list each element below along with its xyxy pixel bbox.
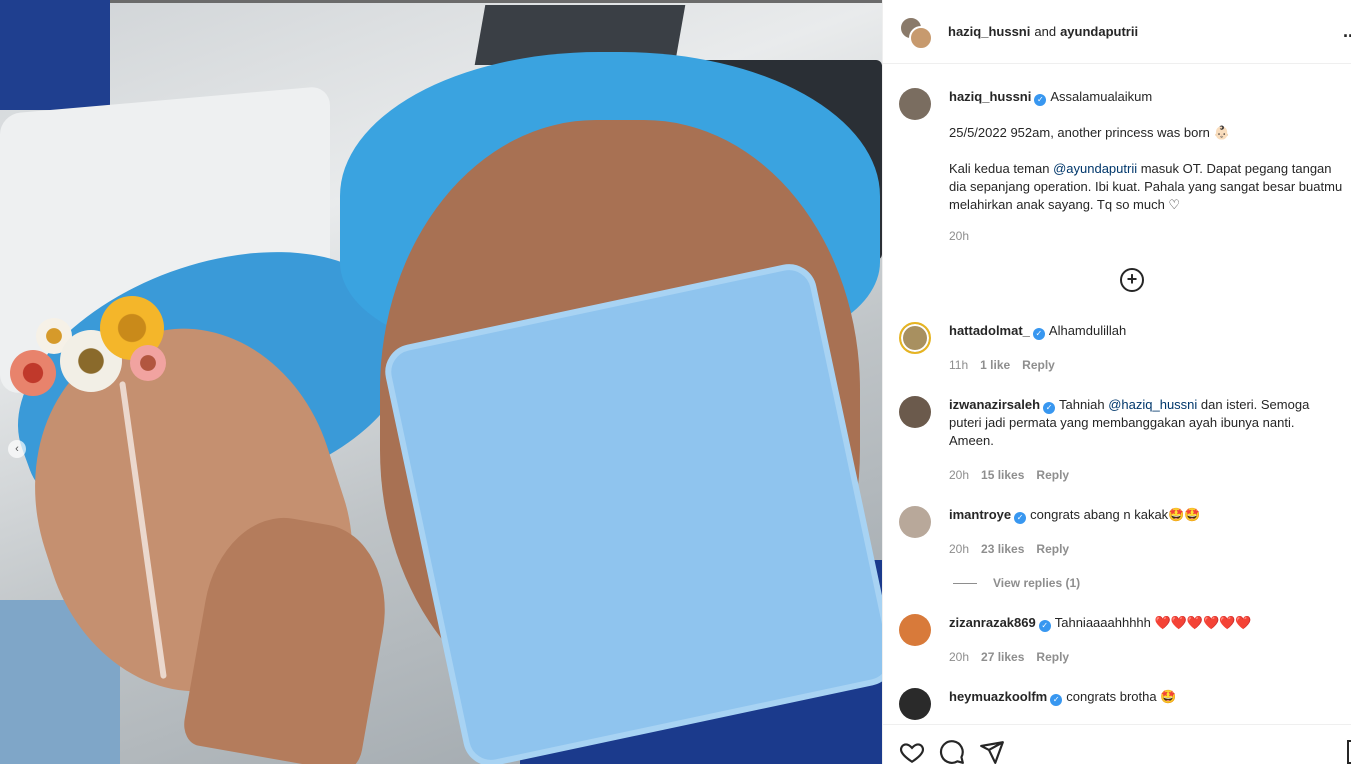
comment-meta: 20h 27 likes Reply	[949, 650, 1081, 664]
comment: heymuazkoolfm ✓ congrats brotha 🤩	[949, 688, 1349, 706]
comment-username[interactable]: hattadolmat_	[949, 323, 1030, 338]
caption-line: Kali kedua teman @ayundaputrii masuk OT.…	[949, 160, 1351, 178]
verified-badge-icon: ✓	[1034, 94, 1047, 106]
caption-text: masuk OT. Dapat pegang tangan	[1137, 161, 1332, 176]
avatar[interactable]	[899, 396, 931, 428]
more-options-icon[interactable]: ...	[1343, 22, 1351, 40]
comment-meta: 20h 15 likes Reply	[949, 468, 1081, 482]
load-more-comments-icon[interactable]: +	[1120, 268, 1144, 292]
verified-badge-icon: ✓	[1014, 512, 1027, 524]
bookmark-icon[interactable]	[1347, 740, 1351, 764]
reply-button[interactable]: Reply	[1036, 542, 1069, 556]
comment-text: congrats brotha 🤩	[1066, 689, 1177, 704]
verified-badge-icon: ✓	[1050, 694, 1063, 706]
comment-username[interactable]: heymuazkoolfm	[949, 689, 1047, 704]
caption-username[interactable]: haziq_hussni	[949, 89, 1031, 104]
like-count[interactable]: 1 like	[980, 358, 1010, 372]
photo-top-edge	[0, 0, 882, 3]
comment: izwanazirsaleh ✓ Tahniah @haziq_hussni dan…	[949, 396, 1349, 450]
comment-meta: 11h 1 like Reply	[949, 358, 1067, 372]
comment-text: puteri jadi permata yang membanggakan ay…	[949, 415, 1295, 430]
timestamp[interactable]: 20h	[949, 229, 969, 243]
comments-scroll-area[interactable]: haziq_hussni ✓ Assalamualaikum 25/5/2022 9…	[883, 64, 1351, 724]
flower-sticker	[130, 345, 166, 381]
mention-link[interactable]: @haziq_hussni	[1108, 397, 1197, 412]
author-username[interactable]: ayundaputrii	[1060, 24, 1138, 39]
authors-joiner: and	[1034, 24, 1057, 39]
comment-username[interactable]: imantroye	[949, 507, 1011, 522]
view-replies-button[interactable]: View replies (1)	[953, 576, 1080, 590]
comment: hattadolmat_ ✓ Alhamdulillah	[949, 322, 1349, 340]
avatar[interactable]	[899, 506, 931, 538]
background-wall	[0, 0, 110, 110]
timestamp[interactable]: 20h	[949, 542, 969, 556]
post-header: haziq_hussni andayundaputrii ...	[883, 0, 1351, 64]
comment-meta: 20h 23 likes Reply	[949, 542, 1081, 556]
author-username[interactable]: haziq_hussni	[948, 24, 1030, 39]
like-count[interactable]: 23 likes	[981, 542, 1024, 556]
reply-button[interactable]: Reply	[1036, 468, 1069, 482]
comment-icon[interactable]	[939, 739, 965, 764]
timestamp[interactable]: 11h	[949, 358, 968, 372]
divider	[953, 583, 977, 585]
like-count[interactable]: 15 likes	[981, 468, 1024, 482]
caption-line: 25/5/2022 952am, another princess was bo…	[949, 125, 1230, 140]
comment-username[interactable]: izwanazirsaleh	[949, 397, 1040, 412]
avatar	[909, 26, 933, 50]
flower-sticker	[10, 350, 56, 396]
caption-first-line: Assalamualaikum	[1050, 89, 1153, 104]
caption-timestamp: 20h	[949, 229, 981, 243]
comment-username[interactable]: zizanrazak869	[949, 615, 1036, 630]
avatar[interactable]	[899, 322, 931, 354]
post-viewer: ‹ haziq_hussni andayundaputrii ... haziq_…	[0, 0, 1351, 764]
timestamp[interactable]: 20h	[949, 650, 969, 664]
caption-line: melahirkan anak sayang. Tq so much ♡	[949, 197, 1181, 212]
comment: zizanrazak869 ✓ Tahniaaaahhhhh ❤️❤️❤️❤️❤️❤…	[949, 614, 1349, 632]
avatar[interactable]	[899, 614, 931, 646]
surgical-mask	[380, 258, 882, 764]
post-caption: haziq_hussni ✓ Assalamualaikum 25/5/2022 9…	[949, 88, 1351, 214]
reply-button[interactable]: Reply	[1022, 358, 1055, 372]
verified-badge-icon: ✓	[1038, 620, 1051, 632]
avatar[interactable]	[899, 688, 931, 720]
mention-link[interactable]: @ayundaputrii	[1053, 161, 1137, 176]
comment-text: congrats abang n kakak🤩🤩	[1030, 507, 1201, 522]
post-photo[interactable]: ‹	[0, 0, 882, 764]
share-icon[interactable]	[979, 739, 1005, 764]
comment-text: Tahniah	[1059, 397, 1109, 412]
comment-text: Tahniaaaahhhhh ❤️❤️❤️❤️❤️❤️	[1054, 615, 1252, 630]
timestamp[interactable]: 20h	[949, 468, 969, 482]
post-actions-bar	[883, 724, 1351, 764]
reply-button[interactable]: Reply	[1036, 650, 1069, 664]
like-count[interactable]: 27 likes	[981, 650, 1024, 664]
verified-badge-icon: ✓	[1043, 402, 1056, 414]
caption-line: dia sepanjang operation. Ibi kuat. Pahal…	[949, 179, 1343, 194]
view-replies-label: View replies (1)	[993, 576, 1081, 590]
comment: imantroye ✓ congrats abang n kakak🤩🤩	[949, 506, 1349, 524]
post-authors: haziq_hussni and ayundaputrii	[948, 24, 1138, 39]
comment-text: Alhamdulillah	[1048, 323, 1127, 338]
comment-text: dan isteri. Semoga	[1197, 397, 1310, 412]
post-details-panel: haziq_hussni andayundaputrii ... haziq_hu…	[882, 0, 1351, 764]
avatar[interactable]	[899, 88, 931, 120]
caption-text: Kali kedua teman	[949, 161, 1054, 176]
comment-text: Ameen.	[949, 433, 994, 448]
carousel-prev-icon[interactable]: ‹	[8, 440, 26, 458]
collab-avatars[interactable]	[899, 16, 933, 50]
heart-icon[interactable]	[899, 739, 925, 764]
verified-badge-icon: ✓	[1032, 328, 1045, 340]
